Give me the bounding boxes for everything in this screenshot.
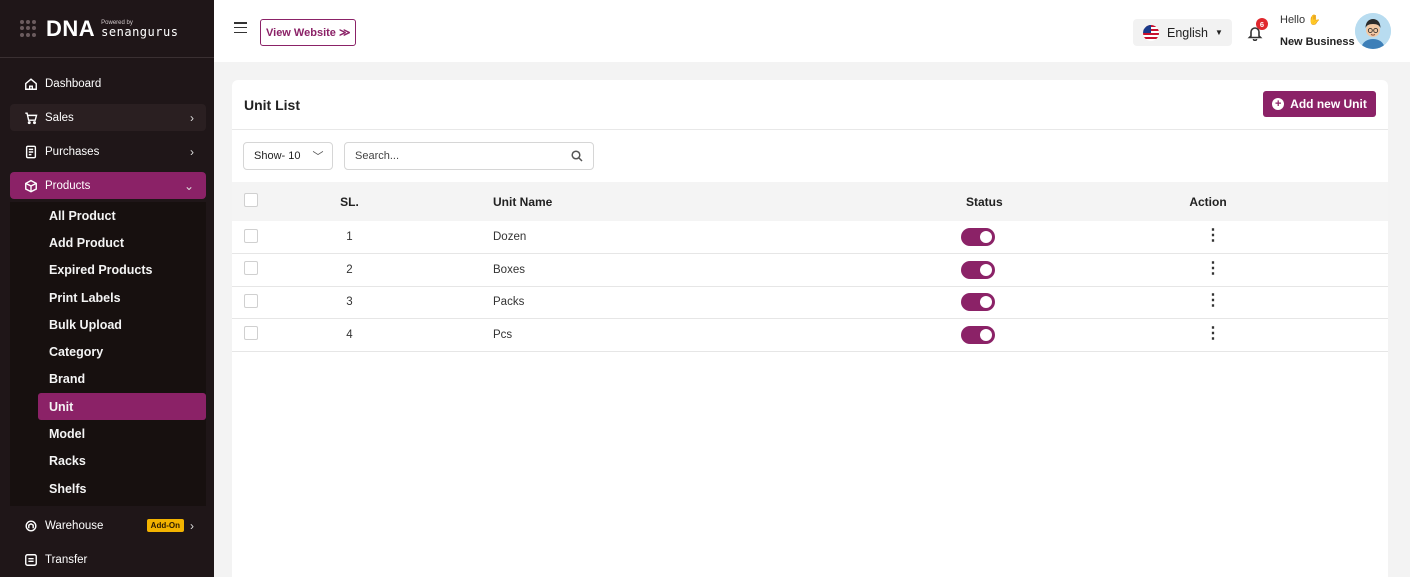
caret-down-icon: ▼ bbox=[1215, 28, 1223, 37]
status-toggle[interactable] bbox=[961, 293, 995, 312]
view-website-button[interactable]: View Website ≫ bbox=[260, 19, 357, 46]
row-checkbox[interactable] bbox=[244, 326, 258, 341]
sidebar-item-purchases[interactable]: Purchases › bbox=[10, 138, 206, 165]
submenu-item-racks[interactable]: Racks bbox=[10, 448, 206, 475]
unit-table: SL. Unit Name Status Action 1 Dozen ⋮ 2 … bbox=[232, 182, 1388, 352]
chevron-right-icon: › bbox=[190, 518, 194, 533]
row-sl: 2 bbox=[346, 263, 353, 276]
row-checkbox[interactable] bbox=[244, 228, 258, 243]
column-unit-name: Unit Name bbox=[493, 194, 553, 209]
row-sl: 4 bbox=[346, 328, 353, 341]
table-row: 4 Pcs ⋮ bbox=[232, 319, 1388, 351]
home-icon bbox=[24, 77, 38, 91]
sidebar-item-warehouse[interactable]: Warehouse Add-On › bbox=[10, 512, 206, 539]
add-new-unit-button[interactable]: + Add new Unit bbox=[1263, 91, 1376, 117]
row-sl: 1 bbox=[346, 231, 353, 243]
language-label: English bbox=[1167, 25, 1208, 40]
more-actions-icon[interactable]: ⋮ bbox=[1205, 325, 1221, 341]
submenu-item-expired-products[interactable]: Expired Products bbox=[10, 257, 206, 284]
brand-logo[interactable]: DNA Powered by senangurus bbox=[0, 0, 214, 58]
row-unit-name: Pcs bbox=[493, 328, 513, 341]
chevron-right-icon: › bbox=[190, 110, 194, 125]
submenu-item-unit[interactable]: Unit bbox=[38, 393, 206, 421]
column-action: Action bbox=[1189, 194, 1227, 209]
status-toggle[interactable] bbox=[961, 260, 995, 279]
box-icon bbox=[24, 179, 38, 193]
cart-icon bbox=[24, 111, 38, 125]
chevron-down-icon: ⌄ bbox=[183, 178, 194, 193]
brand-name: DNA bbox=[46, 15, 96, 41]
sidebar-item-label: Sales bbox=[45, 111, 74, 124]
more-actions-icon[interactable]: ⋮ bbox=[1205, 260, 1221, 276]
page-title: Unit List bbox=[244, 96, 300, 113]
submenu-item-brand[interactable]: Brand bbox=[10, 366, 206, 393]
sidebar-item-label: Transfer bbox=[45, 553, 88, 566]
sidebar-item-sales[interactable]: Sales › bbox=[10, 104, 206, 131]
table-header-row: SL. Unit Name Status Action bbox=[232, 182, 1388, 221]
business-name: New Business bbox=[1280, 36, 1355, 48]
avatar[interactable] bbox=[1355, 13, 1391, 49]
status-toggle[interactable] bbox=[961, 228, 995, 246]
submenu-item-add-product[interactable]: Add Product bbox=[10, 229, 206, 256]
submenu-item-print-labels[interactable]: Print Labels bbox=[10, 284, 206, 311]
sidebar-item-transfer[interactable]: Transfer bbox=[10, 546, 206, 573]
sidebar-item-label: Dashboard bbox=[45, 77, 102, 90]
table-row: 2 Boxes ⋮ bbox=[232, 254, 1388, 286]
menu-toggle-icon[interactable] bbox=[234, 22, 247, 33]
show-entries-select[interactable]: Show- 10 ﹀ bbox=[243, 142, 333, 170]
submenu-item-model[interactable]: Model bbox=[10, 420, 206, 447]
row-checkbox[interactable] bbox=[244, 261, 258, 276]
more-actions-icon[interactable]: ⋮ bbox=[1205, 293, 1221, 309]
logo-mark-icon bbox=[20, 19, 38, 38]
products-submenu: All Product Add Product Expired Products… bbox=[10, 202, 206, 507]
table-controls: Show- 10 ﹀ bbox=[232, 130, 1388, 182]
add-new-unit-label: Add new Unit bbox=[1290, 97, 1367, 111]
sidebar-item-dashboard[interactable]: Dashboard bbox=[10, 70, 206, 97]
us-flag-icon bbox=[1143, 24, 1159, 41]
select-all-checkbox[interactable] bbox=[244, 193, 258, 207]
row-sl: 3 bbox=[346, 296, 353, 309]
row-unit-name: Boxes bbox=[493, 263, 525, 276]
show-entries-value: Show- 10 bbox=[254, 150, 301, 162]
submenu-item-all-product[interactable]: All Product bbox=[10, 202, 206, 229]
table-row: 3 Packs ⋮ bbox=[232, 286, 1388, 319]
receipt-icon bbox=[24, 145, 38, 159]
search-box bbox=[344, 142, 594, 170]
chevron-down-icon: ﹀ bbox=[312, 151, 324, 163]
column-sl: SL. bbox=[340, 194, 359, 209]
wave-hand-icon: ✋ bbox=[1308, 15, 1321, 26]
top-header: View Website ≫ English ▼ 6 Hello ✋ New B… bbox=[214, 0, 1410, 62]
search-icon[interactable] bbox=[571, 150, 583, 162]
greeting: Hello ✋ bbox=[1280, 14, 1321, 26]
sidebar-item-label: Warehouse bbox=[45, 519, 104, 532]
submenu-item-shelfs[interactable]: Shelfs bbox=[10, 475, 206, 502]
column-status: Status bbox=[966, 194, 1003, 209]
unit-list-card: Unit List + Add new Unit Show- 10 ﹀ SL. … bbox=[232, 80, 1388, 577]
language-selector[interactable]: English ▼ bbox=[1133, 19, 1232, 46]
sidebar-item-label: Purchases bbox=[45, 145, 100, 158]
row-checkbox[interactable] bbox=[244, 293, 258, 308]
sidebar-item-label: Products bbox=[45, 179, 91, 192]
chevron-right-icon: › bbox=[190, 144, 194, 159]
row-unit-name: Dozen bbox=[493, 231, 527, 243]
table-row: 1 Dozen ⋮ bbox=[232, 221, 1388, 254]
sidebar-nav: Dashboard Sales › Purchases › Products ⌄… bbox=[0, 58, 214, 573]
greeting-text: Hello bbox=[1280, 14, 1306, 26]
brand-company: senangurus bbox=[101, 24, 179, 39]
plus-icon: + bbox=[1272, 98, 1285, 110]
addon-badge: Add-On bbox=[146, 519, 184, 533]
search-input[interactable] bbox=[355, 150, 555, 162]
card-header: Unit List + Add new Unit bbox=[232, 80, 1388, 130]
status-toggle[interactable] bbox=[961, 325, 995, 344]
submenu-item-category[interactable]: Category bbox=[10, 338, 206, 365]
warehouse-icon bbox=[24, 519, 38, 533]
sidebar: DNA Powered by senangurus Dashboard Sale… bbox=[0, 0, 214, 577]
sidebar-item-products[interactable]: Products ⌄ bbox=[10, 172, 206, 199]
row-unit-name: Packs bbox=[493, 296, 525, 309]
more-actions-icon[interactable]: ⋮ bbox=[1205, 228, 1221, 244]
transfer-icon bbox=[24, 553, 38, 567]
submenu-item-bulk-upload[interactable]: Bulk Upload bbox=[10, 311, 206, 338]
notification-count-badge: 6 bbox=[1256, 18, 1268, 30]
